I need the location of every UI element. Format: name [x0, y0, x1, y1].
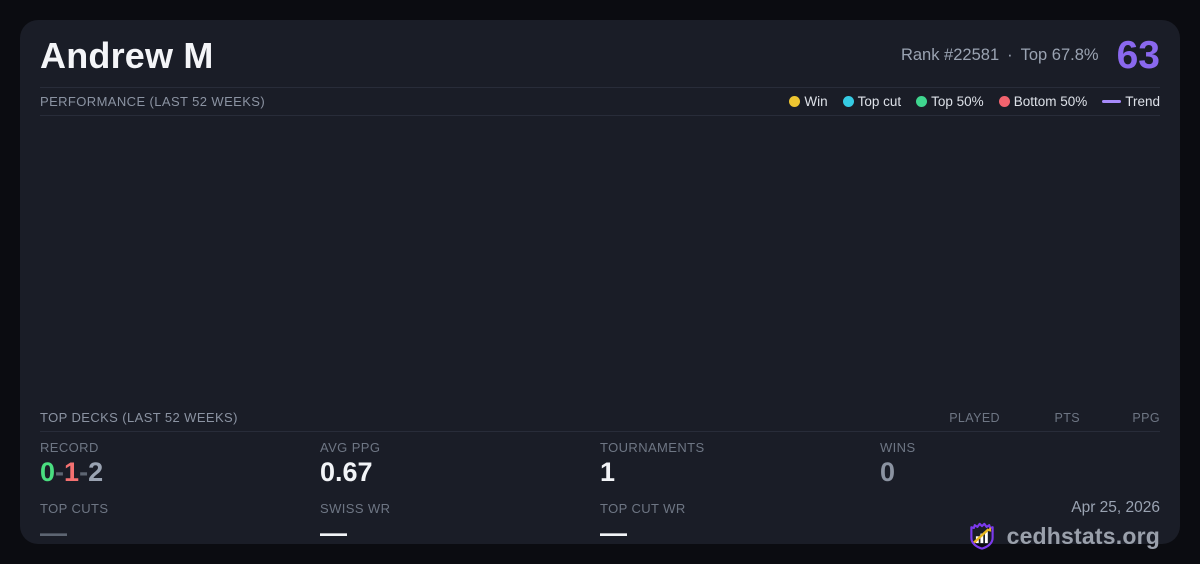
swiss-wr-value: — [320, 518, 347, 548]
top-percent-text: Top 67.8% [1020, 46, 1099, 64]
column-header-ppg: PPG [1132, 410, 1160, 425]
record-separator: - [55, 457, 65, 487]
legend-item-top-50[interactable]: Top 50% [916, 94, 984, 109]
trend-line-icon [1102, 100, 1122, 103]
record-separator: - [79, 457, 89, 487]
bottom-50-dot-icon [998, 96, 1010, 107]
stat-label: AVG PPG [320, 440, 381, 455]
top-cuts-value: — [40, 518, 67, 548]
avg-ppg-value: 0.67 [320, 457, 373, 487]
stat-label: TOP CUT WR [600, 501, 686, 516]
header-right: Rank #22581 · Top 67.8% 63 [901, 36, 1160, 75]
stat-top-cut-wr: TOP CUT WR — [600, 493, 880, 553]
performance-title: PERFORMANCE (LAST 52 WEEKS) [40, 94, 266, 109]
record-draws: 2 [88, 457, 104, 487]
player-name: Andrew M [40, 34, 214, 76]
legend-label: Win [804, 94, 828, 109]
stat-label: TOP CUTS [40, 501, 109, 516]
stat-wins: WINS 0 [880, 432, 1160, 493]
record-wins: 0 [40, 457, 56, 487]
stat-tournaments: TOURNAMENTS 1 [600, 432, 880, 493]
performance-chart [40, 116, 1160, 404]
legend-item-top-cut[interactable]: Top cut [842, 94, 902, 109]
column-header-played: PLAYED [949, 410, 1000, 425]
stat-label: TOURNAMENTS [600, 440, 705, 455]
brand-link[interactable]: cedhstats.org [965, 519, 1160, 553]
tournaments-value: 1 [600, 457, 616, 487]
top-cut-dot-icon [842, 96, 854, 107]
record-value: 0-1-2 [40, 457, 320, 488]
legend-label: Trend [1125, 94, 1160, 109]
brand-name: cedhstats.org [1006, 522, 1160, 549]
legend-item-bottom-50[interactable]: Bottom 50% [998, 94, 1088, 109]
rank-separator: · [1007, 46, 1013, 64]
stat-record: RECORD 0-1-2 [40, 432, 320, 493]
top-50-dot-icon [916, 96, 928, 107]
win-dot-icon [789, 96, 801, 107]
card-header: Andrew M Rank #22581 · Top 67.8% 63 [40, 20, 1160, 87]
footer: Apr 25, 2026 cedhstats.org [880, 493, 1160, 553]
generated-date: Apr 25, 2026 [1071, 499, 1160, 516]
rank-line: Rank #22581 · Top 67.8% [901, 46, 1099, 65]
record-losses: 1 [64, 457, 80, 487]
wins-value: 0 [880, 457, 896, 487]
top-decks-columns: PLAYED PTS PPG [920, 411, 1160, 425]
legend-label: Top cut [857, 94, 902, 109]
stat-swiss-wr: SWISS WR — [320, 493, 600, 553]
rank-text: Rank #22581 [900, 46, 1000, 64]
stat-label: WINS [880, 440, 916, 455]
legend-item-win[interactable]: Win [789, 94, 828, 109]
summary-stats: RECORD 0-1-2 AVG PPG 0.67 TOURNAMENTS 1 … [40, 432, 1160, 553]
player-stats-card: Andrew M Rank #22581 · Top 67.8% 63 PERF… [20, 20, 1180, 550]
top-decks-title: TOP DECKS (LAST 52 WEEKS) [40, 410, 238, 425]
chart-legend: Win Top cut Top 50% Bottom 50% Trend [789, 94, 1160, 109]
legend-label: Top 50% [931, 94, 984, 109]
top-decks-header-row: TOP DECKS (LAST 52 WEEKS) PLAYED PTS PPG [40, 404, 1160, 432]
cedhstats-logo-icon [969, 522, 994, 550]
legend-item-trend[interactable]: Trend [1102, 94, 1160, 109]
column-header-pts: PTS [1054, 410, 1080, 425]
stat-label: SWISS WR [320, 501, 391, 516]
stat-avg-ppg: AVG PPG 0.67 [320, 432, 600, 493]
stat-label: RECORD [40, 440, 99, 455]
stat-top-cuts: TOP CUTS — [40, 493, 320, 553]
player-score: 63 [1116, 34, 1160, 77]
performance-header-row: PERFORMANCE (LAST 52 WEEKS) Win Top cut … [40, 87, 1160, 116]
legend-label: Bottom 50% [1013, 94, 1088, 109]
top-cut-wr-value: — [600, 518, 627, 548]
